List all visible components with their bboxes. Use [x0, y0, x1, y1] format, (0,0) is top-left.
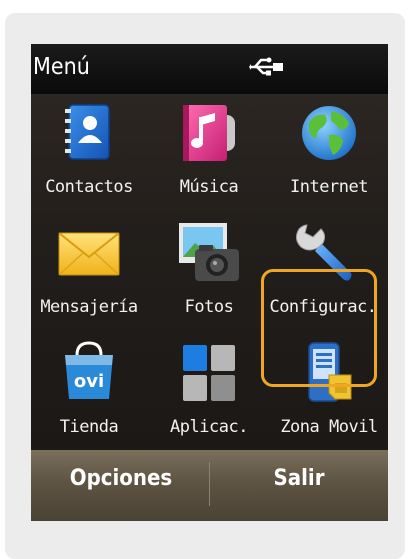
menu-item-label: Internet [290, 177, 368, 197]
menu-item-contactos[interactable]: Contactos [33, 95, 145, 213]
menu-item-label: Fotos [184, 297, 234, 317]
menu-title: Menú [33, 54, 90, 80]
status-bar: Menú [31, 44, 388, 95]
camera-photo-icon [179, 223, 239, 281]
selection-highlight [261, 269, 377, 387]
menu-item-label: Música [179, 177, 239, 197]
menu-grid: Contactos Música Internet Mensajería Fot… [31, 95, 388, 450]
apps-grid-icon [183, 345, 235, 401]
contacts-icon [65, 104, 110, 160]
menu-item-fotos[interactable]: Fotos [153, 215, 265, 333]
menu-item-label: Aplicac. [170, 417, 248, 437]
options-softkey[interactable]: Opciones [41, 466, 201, 491]
menu-item-tienda[interactable]: ovi Tienda [33, 335, 145, 453]
globe-icon [302, 106, 356, 160]
softkey-divider [209, 462, 210, 506]
envelope-icon [58, 232, 120, 276]
menu-item-label: Contactos [45, 177, 133, 197]
menu-item-label: Mensajería [40, 297, 138, 317]
menu-item-mensajeria[interactable]: Mensajería [33, 215, 145, 333]
menu-item-internet[interactable]: Internet [273, 95, 385, 213]
svg-text:ovi: ovi [74, 371, 104, 392]
menu-item-label: Tienda [59, 417, 119, 437]
ovi-store-bag-icon: ovi [65, 341, 113, 399]
usb-connected-icon [249, 57, 283, 76]
menu-item-aplicaciones[interactable]: Aplicac. [153, 335, 265, 453]
softkey-bar: Opciones Salir [31, 450, 388, 521]
menu-item-label: Zona Movil [280, 417, 378, 437]
phone-screen: Menú Contactos Música Internet Mensajerí… [31, 44, 388, 521]
menu-item-musica[interactable]: Música [153, 95, 265, 213]
exit-softkey[interactable]: Salir [219, 466, 379, 491]
music-icon [183, 105, 235, 161]
